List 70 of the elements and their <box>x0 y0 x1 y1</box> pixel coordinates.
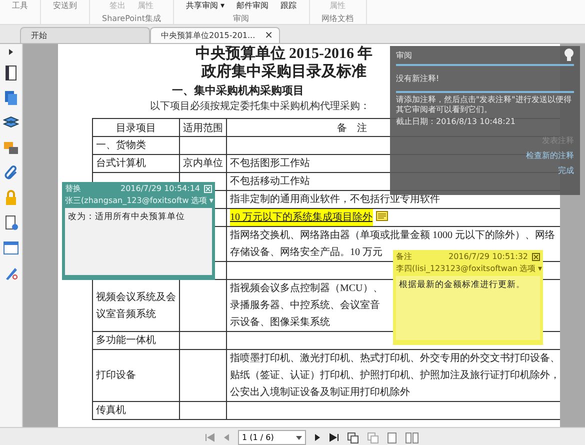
table-cell-text: 指非定制的通用商业软件，不包括行业专用软件 <box>230 192 440 207</box>
table-cell-text: 传真机 <box>96 404 126 418</box>
copy-icon[interactable] <box>347 432 359 444</box>
table-cell-text: 贴纸（签证、认证）打印机、护照打印机、护照加注及旅行证打印机除外， <box>230 368 560 383</box>
document-title: 政府集中采购目录及标准 <box>202 63 366 81</box>
comment-type: 备注 <box>396 251 412 262</box>
page-number-field[interactable]: 1 (1 / 6) <box>238 430 306 445</box>
last-page-icon[interactable] <box>329 433 339 442</box>
column-header: 备 注 <box>337 122 367 134</box>
table-cell-text: 议室音频系统 <box>96 308 156 322</box>
first-page-icon[interactable] <box>205 433 215 442</box>
comment-author: 李四(lisi_123123@foxitsoftwan <box>396 263 518 274</box>
paperclip-icon[interactable] <box>3 165 19 181</box>
ribbon-group-label: 工具 <box>12 0 28 11</box>
ribbon-button[interactable]: 邮件审阅 <box>236 0 269 11</box>
lightbulb-icon <box>564 48 574 62</box>
table-cell-text: 不包括移动工作站 <box>230 174 310 189</box>
ribbon-group-label: 审阅 <box>233 13 250 24</box>
close-icon[interactable] <box>532 252 540 260</box>
table-cell-text: 示设备、图像采集系统 <box>230 316 330 330</box>
previous-page-icon[interactable] <box>223 433 230 442</box>
close-button[interactable]: × <box>264 30 273 41</box>
column-header: 目录项目 <box>116 122 156 134</box>
note-icon[interactable] <box>376 210 388 221</box>
comment-type: 替换 <box>65 183 81 194</box>
table-cell-text: 不包括图形工作站 <box>230 156 310 171</box>
ribbon-button[interactable]: 跟踪 <box>280 0 297 11</box>
panel-link[interactable]: 完成 <box>558 165 574 176</box>
comment-text: 根据最新的金额标准进行更新。 <box>399 279 526 291</box>
intro-text: 以下项目必须按规定委托集中采购机构代理采购： <box>150 101 370 113</box>
expand-arrow-icon[interactable] <box>8 48 14 56</box>
ribbon-group-label: 网络文档 <box>322 13 354 24</box>
comment-date: 2016/7/29 10:54:14 <box>120 184 200 193</box>
table-cell-text: 指视频会议多点控制器（MCU）、 <box>230 282 383 296</box>
table-cell-text: 打印设备 <box>96 368 136 383</box>
table-cell-text: 录播服务器、中控系统、会议室音 <box>230 298 380 313</box>
pen-icon[interactable] <box>3 265 19 281</box>
panel-link[interactable]: 检查新的注释 <box>526 150 574 161</box>
two-page-icon[interactable] <box>405 432 419 444</box>
panel-title: 审阅 <box>396 50 412 60</box>
page-icon[interactable] <box>3 65 19 81</box>
table-cell-text: 指喷墨打印机、激光打印机、热式打印机、外交专用的外交文书打印设备、 <box>230 352 560 366</box>
table-icon[interactable] <box>3 240 19 256</box>
table-cell-text: 京内单位 <box>183 156 223 171</box>
pages-icon[interactable] <box>3 90 19 106</box>
column-header: 适用范围 <box>183 122 223 134</box>
status-message: 没有新注释! <box>396 66 574 93</box>
table-cell-text: 10 万元以下的系统集成项目除外 <box>230 209 372 226</box>
comment-author: 张三(zhangsan_123@foxitsoftw <box>65 195 189 206</box>
comment-text: 改为：适用所有中央预算单位 <box>68 211 186 223</box>
table-cell-text: 存储设备、网络安全产品。10 万元 <box>230 246 382 260</box>
instructions-text: 请添加注释，然后点击"发表注释"进行发送以便得其它审阅者可以看到它们。 <box>396 95 572 115</box>
comment-date: 2016/7/29 10:51:32 <box>448 252 528 261</box>
table-cell-text: 一、货物类 <box>96 138 146 153</box>
document-title: 中央预算单位 2015-2016 年 <box>195 45 373 63</box>
table-cell-text: 指网络交换机、网络路由器（单项或批量金额 1000 元以下的除外）、网络 <box>230 228 555 243</box>
document-tab[interactable]: 中央预算单位2015-201... × <box>150 27 280 43</box>
ribbon-button[interactable]: 共享审阅 ▾ <box>186 0 225 11</box>
single-page-icon[interactable] <box>387 432 397 444</box>
ribbon-group-label: 安送到 <box>53 0 77 11</box>
table-cell-text: 视频会议系统及会 <box>96 290 176 304</box>
document-tab[interactable]: 开始 <box>20 27 150 43</box>
section-heading: 一、集中采购机构采购项目 <box>172 85 304 98</box>
table-cell-text: 公安出入境制证设备及制证用打印机除外 <box>230 386 410 400</box>
table-cell-text: 多功能一体机 <box>96 334 156 348</box>
deadline-text: 截止日期：2016/8/13 10:48:21 <box>396 117 516 127</box>
table-cell-text: 台式计算机 <box>96 156 146 171</box>
next-page-icon[interactable] <box>314 433 321 442</box>
ribbon-group-label: SharePoint集成 <box>102 13 161 24</box>
options-menu[interactable]: 选项 ▾ <box>519 263 542 274</box>
